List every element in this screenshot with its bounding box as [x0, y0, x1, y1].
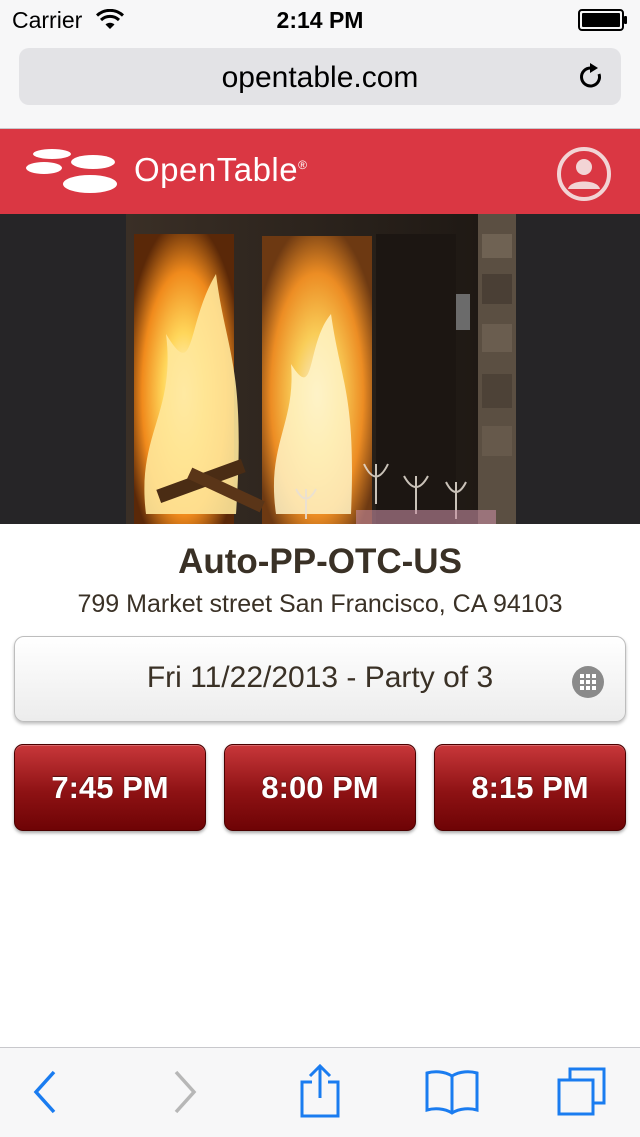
share-icon[interactable]	[298, 1063, 342, 1123]
bookmarks-icon[interactable]	[424, 1068, 480, 1121]
reload-icon[interactable]	[577, 62, 605, 97]
restaurant-address: 799 Market street San Francisco, CA 9410…	[77, 590, 563, 618]
browser-address-bar: opentable.com	[0, 40, 640, 129]
brand-name: OpenTable	[134, 151, 299, 188]
time-slot-button[interactable]: 7:45 PM	[14, 744, 206, 831]
forward-icon[interactable]	[168, 1068, 202, 1121]
browser-toolbar	[0, 1047, 640, 1137]
restaurant-hero	[0, 214, 640, 524]
url-field[interactable]: opentable.com	[19, 48, 621, 105]
back-icon[interactable]	[28, 1068, 62, 1121]
date-party-label[interactable]: Fri 11/22/2013 - Party of 3	[15, 661, 625, 695]
restaurant-name: Auto-PP-OTC-US	[178, 542, 462, 581]
date-party-selector[interactable]: Fri 11/22/2013 - Party of 3	[14, 636, 626, 722]
calendar-grid-icon[interactable]	[571, 665, 605, 704]
url-text[interactable]: opentable.com	[19, 61, 621, 95]
status-bar: Carrier 2:14 PM	[0, 0, 640, 40]
opentable-logo-icon[interactable]	[24, 146, 120, 201]
status-time: 2:14 PM	[276, 7, 364, 33]
profile-icon[interactable]	[556, 146, 612, 207]
time-slot-button[interactable]: 8:15 PM	[434, 744, 626, 831]
time-slot-button[interactable]: 8:00 PM	[224, 744, 416, 831]
fireplace-photo	[126, 214, 516, 529]
battery-icon	[578, 9, 628, 36]
brand-wordmark[interactable]: OpenTable®	[134, 151, 307, 189]
site-header: OpenTable®	[0, 129, 640, 214]
tabs-icon[interactable]	[556, 1066, 608, 1123]
registered-mark: ®	[298, 158, 308, 172]
